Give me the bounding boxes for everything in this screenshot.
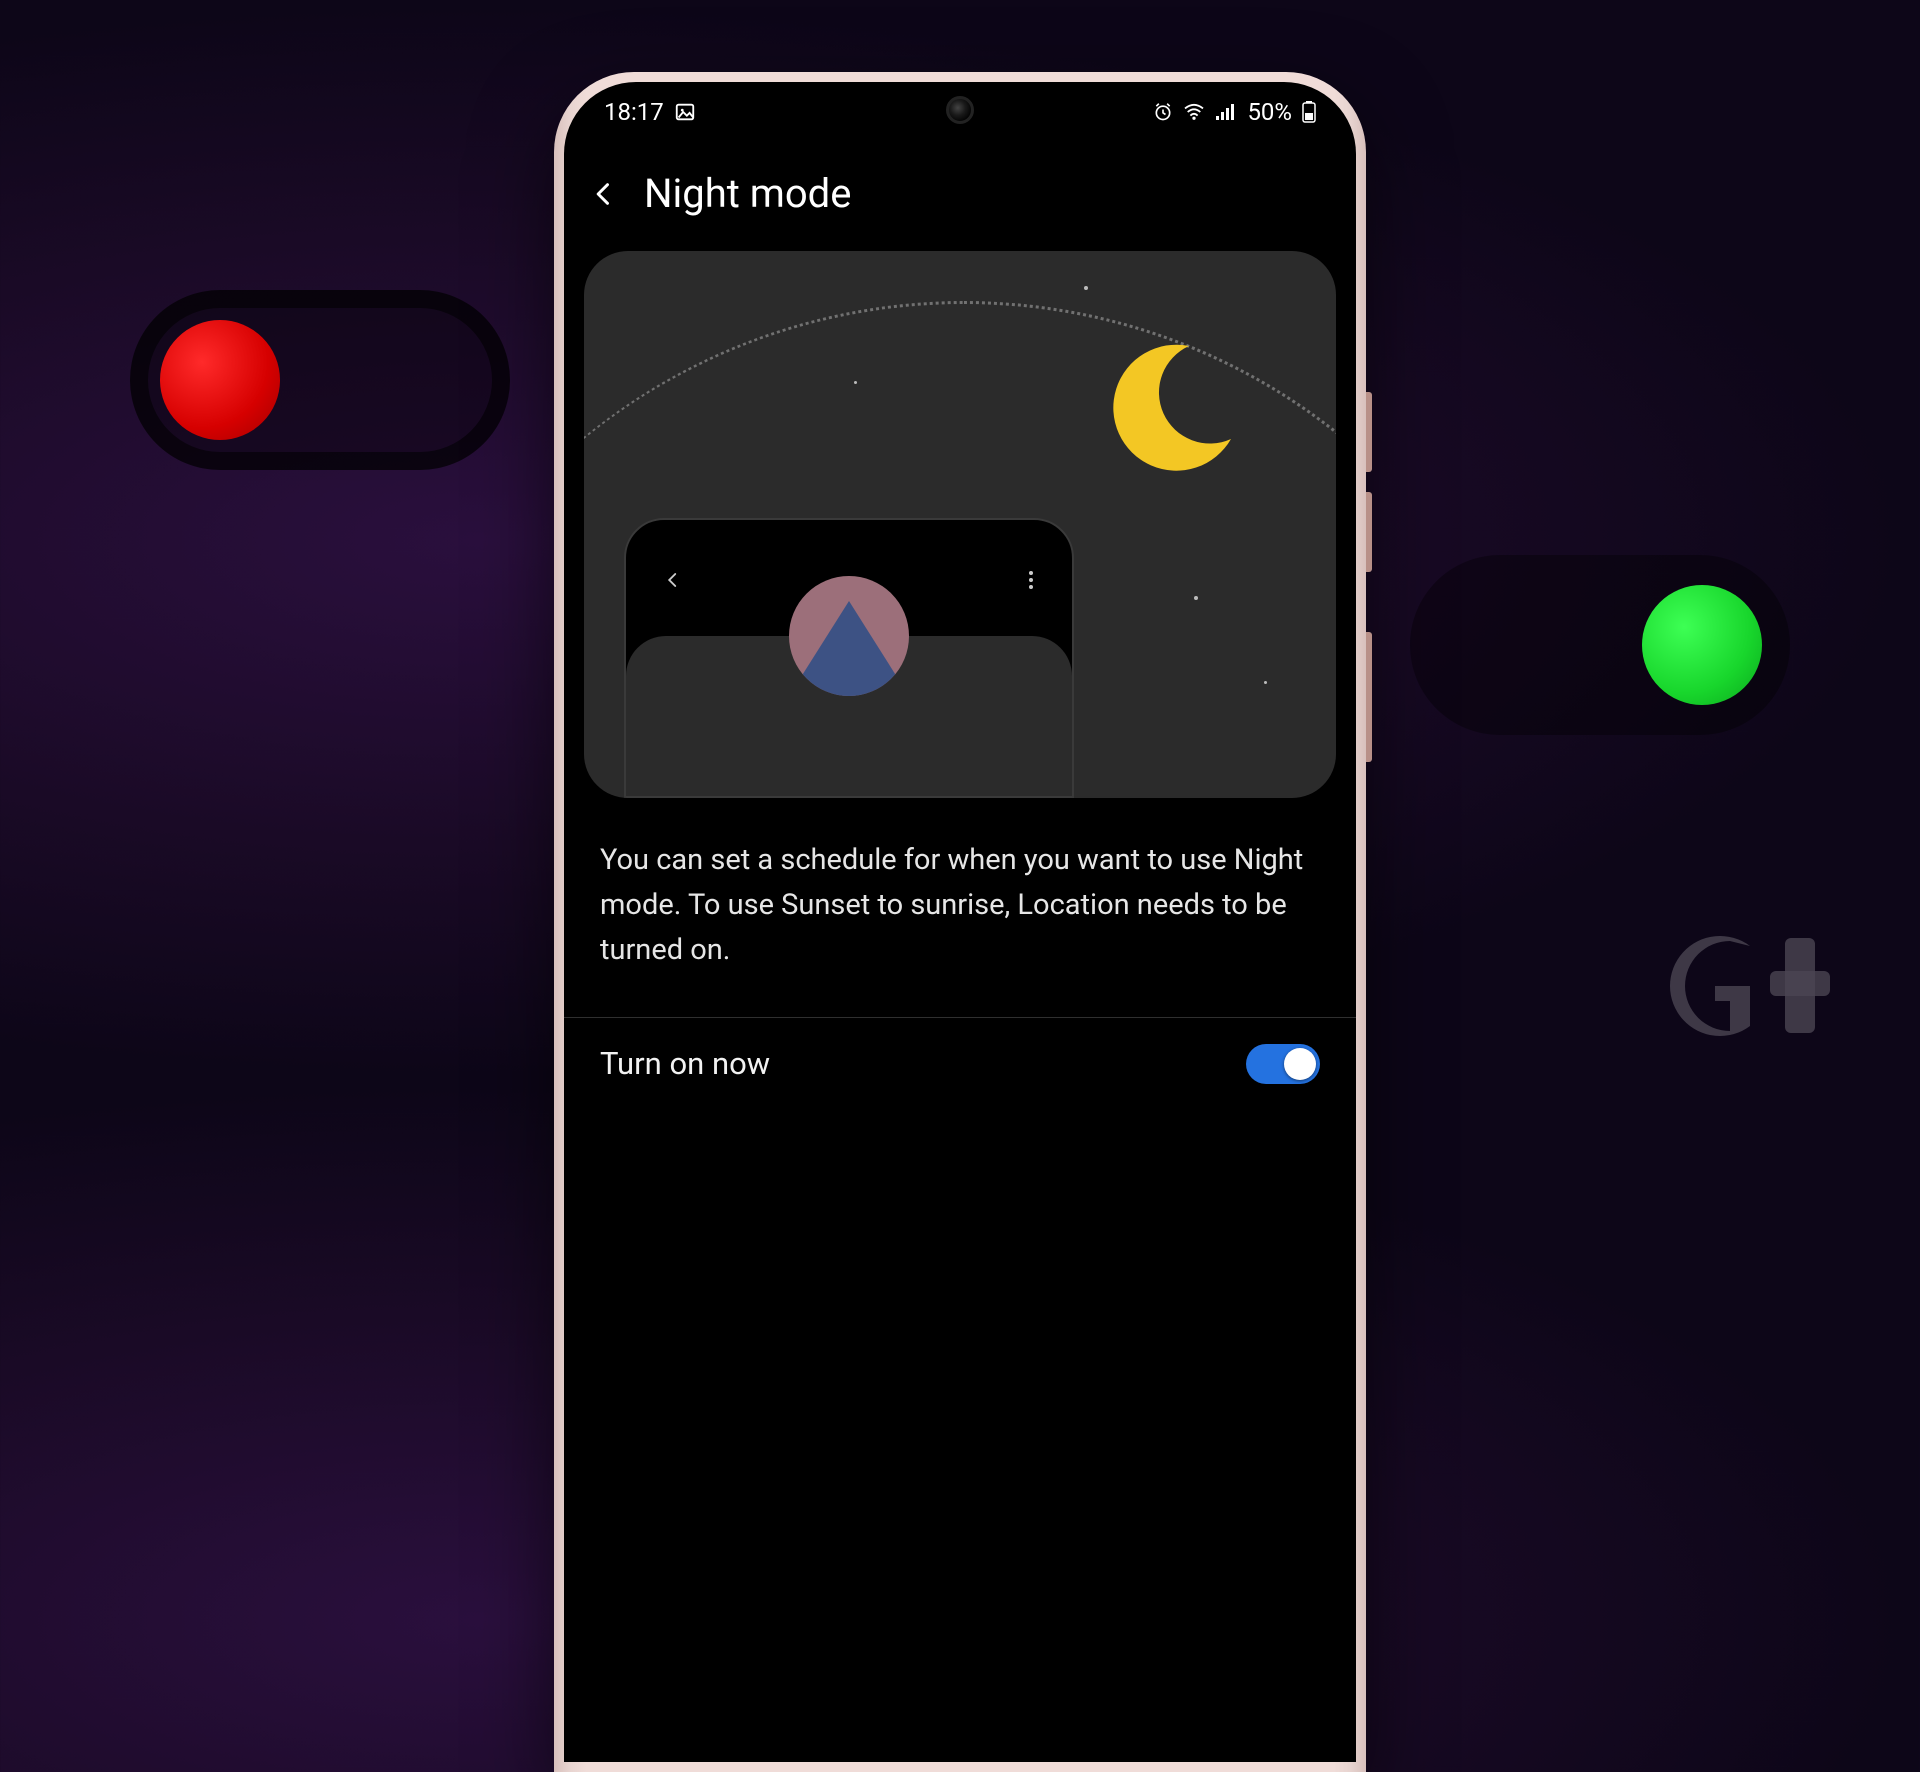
more-vertical-icon	[1028, 570, 1034, 590]
phone-frame: 18:17 50%	[554, 72, 1366, 1772]
mini-avatar	[789, 576, 909, 696]
description-text: You can set a schedule for when you want…	[564, 798, 1356, 1017]
page-title: Night mode	[644, 170, 851, 217]
star-icon	[854, 381, 857, 384]
star-icon	[1264, 681, 1267, 684]
star-icon	[1194, 596, 1198, 600]
signal-icon	[1215, 103, 1237, 121]
watermark-logo	[1670, 926, 1880, 1050]
mini-phone-preview	[624, 518, 1074, 798]
wifi-icon	[1183, 103, 1205, 121]
status-bar: 18:17 50%	[564, 82, 1356, 142]
mini-sheet	[626, 636, 1072, 796]
status-time: 18:17	[604, 98, 664, 126]
alarm-icon	[1153, 102, 1173, 122]
battery-percent: 50%	[1247, 98, 1292, 126]
toggle-knob-green	[1642, 585, 1762, 705]
toggle-knob	[1284, 1048, 1316, 1080]
volume-down-button	[1366, 492, 1372, 572]
page-header: Night mode	[564, 142, 1356, 251]
power-button	[1366, 632, 1372, 762]
moon-icon	[1096, 331, 1246, 485]
toggle-knob-red	[160, 320, 280, 440]
volume-up-button	[1366, 392, 1372, 472]
decorative-toggle-off	[130, 290, 510, 470]
turn-on-now-toggle[interactable]	[1246, 1044, 1320, 1084]
chevron-left-icon	[664, 571, 682, 589]
star-icon	[1084, 286, 1088, 290]
battery-icon	[1302, 101, 1316, 123]
image-notification-icon	[674, 101, 696, 123]
back-button[interactable]	[590, 180, 618, 208]
turn-on-now-label: Turn on now	[600, 1045, 770, 1082]
phone-screen: 18:17 50%	[564, 82, 1356, 1762]
decorative-toggle-on	[1410, 555, 1790, 735]
illustration-card	[584, 251, 1336, 798]
turn-on-now-row[interactable]: Turn on now	[564, 1018, 1356, 1110]
